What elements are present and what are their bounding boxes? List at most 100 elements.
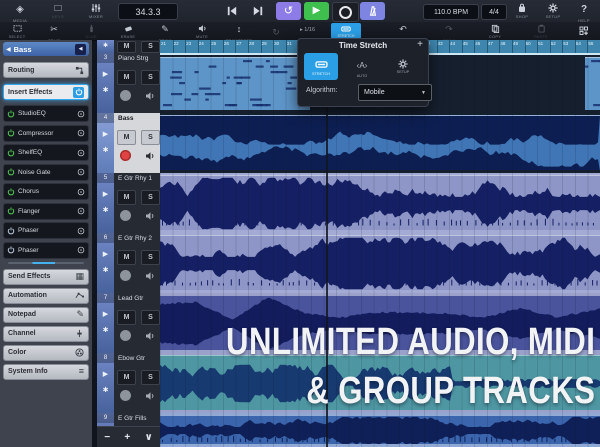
snap-grid-value[interactable]: ▸ 1/16 — [300, 27, 315, 33]
effect-slot-noise-gate[interactable]: Noise Gate — [3, 164, 89, 181]
help-button[interactable]: ?HELP — [570, 1, 598, 21]
audio-region-e-gtr-rhy-1[interactable] — [160, 175, 600, 230]
algorithm-dropdown[interactable]: Mobile ▼ — [358, 84, 432, 101]
audio-region-e-gtr-fills[interactable] — [160, 415, 600, 444]
solo-button[interactable]: S — [141, 190, 160, 205]
power-icon[interactable] — [7, 129, 15, 137]
track-play-icon[interactable]: ▶ — [103, 130, 108, 138]
effect-edit-icon[interactable] — [77, 110, 85, 118]
monitor-speaker-icon[interactable] — [145, 331, 155, 341]
audio-region-bass[interactable] — [160, 115, 600, 170]
insert-effects-button[interactable]: Insert Effects — [3, 84, 89, 100]
track-color-strip[interactable]: 5▶✱ — [97, 173, 114, 233]
ruler-bar-55[interactable]: 55 — [587, 40, 600, 53]
mute-button[interactable]: M — [117, 310, 136, 325]
send-effects-button[interactable]: Send Effects▦ — [3, 269, 89, 285]
effect-slot-flanger[interactable]: Flanger — [3, 203, 89, 220]
track-header-bass[interactable]: 4▶✱BassMS — [97, 113, 160, 173]
freeze-icon[interactable]: ✱ — [103, 146, 109, 154]
mute-button[interactable]: M — [117, 130, 136, 145]
track-header-piano-strg[interactable]: 3▶✱Piano StrgMS — [97, 53, 160, 113]
track-color-strip[interactable]: 8▶✱ — [97, 353, 114, 413]
notepad-button[interactable]: Notepad✎ — [3, 307, 89, 323]
track-color-strip[interactable]: 7▶✱ — [97, 293, 114, 353]
effect-edit-icon[interactable] — [77, 129, 85, 137]
monitor-speaker-icon[interactable] — [145, 271, 155, 281]
tool-loop-tool[interactable]: ↻ — [259, 23, 293, 39]
tempo-display[interactable]: 110.0 BPM — [423, 4, 479, 20]
solo-button[interactable]: S — [141, 250, 160, 265]
ruler-bar-51[interactable]: 51 — [537, 40, 551, 53]
forward-button[interactable] — [248, 1, 268, 21]
mute-button[interactable]: M — [117, 70, 136, 85]
track-play-icon[interactable]: ▶ — [103, 250, 108, 258]
add-track-button[interactable] — [572, 23, 596, 39]
ruler-bar-26[interactable]: 26 — [223, 40, 237, 53]
system-info-button[interactable]: System Info≡ — [3, 364, 89, 380]
track-header-ebow-gtr[interactable]: 8▶✱Ebow GtrMS — [97, 353, 160, 413]
power-icon[interactable] — [7, 246, 15, 254]
collapse-tracks-icon[interactable]: ∨ — [145, 432, 153, 443]
power-icon[interactable] — [7, 207, 15, 215]
track-play-icon[interactable]: ▶ — [103, 370, 108, 378]
power-icon[interactable] — [7, 168, 15, 176]
audio-region-e-gtr-rhy-2[interactable] — [160, 235, 600, 290]
ruler-bar-45[interactable]: 45 — [462, 40, 476, 53]
mixer-button[interactable]: MIXER — [82, 1, 110, 21]
effect-slot-studioeq[interactable]: StudioEQ — [3, 105, 89, 122]
stretch-mode-setup[interactable]: SETUP — [386, 53, 420, 80]
ruler-bar-28[interactable]: 28 — [248, 40, 262, 53]
popup-move-icon[interactable]: + — [417, 39, 423, 50]
effect-slot-phaser[interactable]: Phaser — [3, 222, 89, 239]
effect-edit-icon[interactable] — [77, 207, 85, 215]
song-position-display[interactable]: 34.3.3 — [118, 3, 178, 20]
color-button[interactable]: Color — [3, 345, 89, 361]
mute-button[interactable]: M — [117, 370, 136, 385]
metronome-button[interactable] — [360, 2, 385, 20]
ruler-bar-54[interactable]: 54 — [575, 40, 589, 53]
track-play-icon[interactable]: ▶ — [103, 310, 108, 318]
add-track-icon[interactable]: + — [124, 432, 130, 443]
record-enable-button[interactable] — [120, 150, 131, 161]
effect-edit-icon[interactable] — [77, 227, 85, 235]
effect-slot-shelfeq[interactable]: ShelfEQ — [3, 144, 89, 161]
effect-slot-phaser[interactable]: Phaser — [3, 242, 89, 259]
freeze-icon[interactable]: ✱ — [103, 386, 109, 394]
routing-button[interactable]: Routing — [3, 62, 89, 78]
tool-transpose[interactable]: ↕TRANSPOSE — [222, 23, 256, 39]
audio-region-piano-strg[interactable] — [585, 57, 600, 110]
ruler-bar-25[interactable]: 25 — [210, 40, 224, 53]
effect-edit-icon[interactable] — [77, 168, 85, 176]
record-button[interactable] — [332, 2, 359, 22]
track-header-e-gtr-rhy-1[interactable]: 5▶✱E Gtr Rhy 1MS — [97, 173, 160, 233]
automation-button[interactable]: Automation — [3, 288, 89, 304]
stretch-mode-stretch[interactable]: STRETCH — [304, 53, 338, 80]
inspector-track-header[interactable]: ◀ Bass ◀ — [3, 42, 89, 56]
keys-button[interactable]: KEYS — [44, 1, 72, 21]
play-button[interactable]: ▶ — [304, 2, 329, 20]
cycle-loop-button[interactable]: ↺ — [276, 2, 301, 20]
track-play-icon[interactable]: ▶ — [103, 70, 108, 78]
effect-edit-icon[interactable] — [77, 149, 85, 157]
undo-button[interactable]: ↶UNDO — [386, 23, 420, 39]
tool-select[interactable]: SELECT — [0, 23, 34, 39]
redo-button[interactable]: ↷REDO — [432, 23, 466, 39]
ruler-bar-53[interactable]: 53 — [562, 40, 576, 53]
track-color-strip[interactable]: 4▶✱ — [97, 113, 114, 173]
monitor-speaker-icon[interactable] — [145, 391, 155, 401]
stretch-mode-auto[interactable]: ‹A›AUTO — [345, 53, 379, 80]
mute-button[interactable]: M — [117, 250, 136, 265]
record-enable-button[interactable] — [120, 390, 131, 401]
track-color-strip[interactable]: ✱ — [97, 40, 114, 53]
power-icon[interactable] — [7, 188, 15, 196]
solo-button[interactable]: S — [141, 310, 160, 325]
ruler-bar-46[interactable]: 46 — [474, 40, 488, 53]
shop-button[interactable]: SHOP — [508, 1, 536, 21]
shrink-tracks-icon[interactable]: − — [104, 432, 110, 443]
solo-button[interactable]: S — [141, 41, 160, 53]
media-button[interactable]: ◈MEDIA — [6, 1, 34, 21]
tool-mute[interactable]: MUTE — [185, 23, 219, 39]
tool-draw[interactable]: ✎DRAW — [148, 23, 182, 39]
ruler-bar-21[interactable]: 21 — [160, 40, 174, 53]
freeze-icon[interactable]: ✱ — [103, 266, 109, 274]
